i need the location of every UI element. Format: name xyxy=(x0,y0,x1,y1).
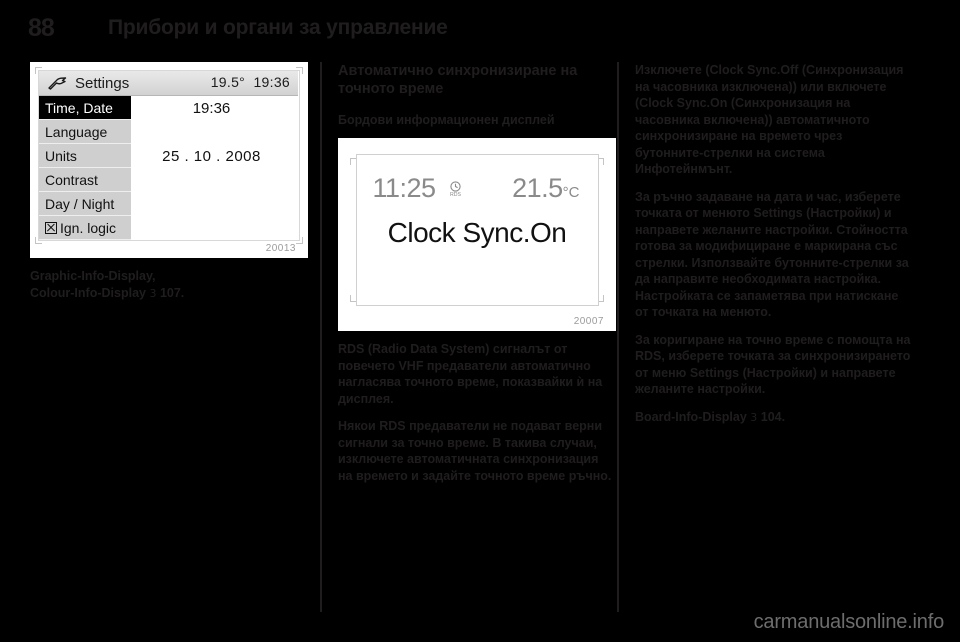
column-divider-right xyxy=(617,62,619,612)
caption-line-2: Colour-Info-Display xyxy=(30,285,146,300)
crossed-box-icon xyxy=(45,222,57,234)
clock-rds-icon: RDS xyxy=(449,181,462,198)
settings-menu: Time, Date Language Units Contrast Day /… xyxy=(39,96,131,240)
paragraph-rds-signal: RDS (Radio Data System) сигналът от пове… xyxy=(338,342,603,406)
paragraph-clock-sync-toggle: Изключете (Clock Sync.Off (Синхронизация… xyxy=(635,63,904,176)
column-divider-left xyxy=(320,62,322,612)
reference-page: 104. xyxy=(760,409,786,424)
menu-item-units[interactable]: Units xyxy=(39,144,131,168)
settings-status: 19.5° 19:36 xyxy=(211,74,290,90)
reference-arrow-icon: 3 xyxy=(149,286,157,300)
watermark: carmanualsonline.info xyxy=(753,611,945,633)
caption-ref-page: 107. xyxy=(159,285,185,300)
page-number: 88 xyxy=(28,14,55,42)
settings-display-frame: Settings 19.5° 19:36 Time, Date Language xyxy=(35,67,303,244)
menu-item-contrast[interactable]: Contrast xyxy=(39,168,131,192)
settings-titlebar: Settings 19.5° 19:36 xyxy=(39,71,298,96)
settings-display-figure: Settings 19.5° 19:36 Time, Date Language xyxy=(30,62,308,258)
outside-temperature: 19.5° xyxy=(210,74,246,90)
menu-item-label: Contrast xyxy=(45,172,98,188)
menu-item-label: Units xyxy=(45,148,77,164)
reference-label: Board-Info-Display xyxy=(635,409,747,424)
left-column: Settings 19.5° 19:36 Time, Date Language xyxy=(30,62,308,302)
temperature-value: 21.5 xyxy=(512,173,563,203)
caption-line-1: Graphic-Info-Display, xyxy=(30,269,156,283)
wrench-icon xyxy=(47,76,67,91)
svg-text:RDS: RDS xyxy=(450,192,461,198)
menu-item-label: Ign. logic xyxy=(60,220,117,236)
page-header: 88 Прибори и органи за управление xyxy=(0,0,960,50)
board-time: 11:25 xyxy=(372,173,437,203)
board-display-frame: 11:25 RDS 21.5°C Clock Sync.On xyxy=(346,154,608,306)
menu-item-time-date[interactable]: Time, Date xyxy=(39,96,131,120)
paragraph-manual-set: За ръчно задаване на дата и час, изберет… xyxy=(635,189,909,320)
middle-column: Автоматично синхронизиране на точното вр… xyxy=(338,62,616,495)
date-value[interactable]: 25 . 10 . 2008 xyxy=(131,148,292,165)
menu-item-ign-logic[interactable]: Ign. logic xyxy=(39,216,131,240)
chapter-title: Прибори и органи за управление xyxy=(108,16,448,39)
manual-page: 88 Прибори и органи за управление Settin… xyxy=(0,0,960,642)
reference-board-info-display: Board-Info-Display 3 104. xyxy=(635,409,913,427)
paragraph-rds-correction: За коригиране на точно време с помощта н… xyxy=(635,332,911,397)
time-value[interactable]: 19:36 xyxy=(131,100,292,117)
board-display-figure: 11:25 RDS 21.5°C Clock Sync.On 20007 xyxy=(338,138,616,331)
figure-id-settings: 20013 xyxy=(265,243,296,254)
menu-item-label: Day / Night xyxy=(45,196,115,212)
figure-id-board: 20007 xyxy=(573,316,604,327)
settings-title: Settings xyxy=(75,74,130,92)
menu-item-label: Language xyxy=(45,124,108,140)
clock-value: 19:36 xyxy=(253,74,290,90)
board-temperature: 21.5°C xyxy=(512,173,579,204)
board-info-screen: 11:25 RDS 21.5°C Clock Sync.On xyxy=(355,154,599,306)
menu-item-label: Time, Date xyxy=(45,100,113,116)
section-subheading: Бордови информационен дисплей xyxy=(338,113,555,127)
board-message: Clock Sync.On xyxy=(387,217,567,248)
settings-screen: Settings 19.5° 19:36 Time, Date Language xyxy=(39,71,298,240)
reference-arrow-icon: 3 xyxy=(750,410,758,424)
settings-content-pane: 19:36 25 . 10 . 2008 xyxy=(131,96,298,240)
figure-caption-left: Graphic-Info-Display, Colour-Info-Displa… xyxy=(30,268,308,302)
settings-body: Time, Date Language Units Contrast Day /… xyxy=(39,96,298,240)
section-heading: Автоматично синхронизиране на точното вр… xyxy=(338,63,578,97)
temperature-unit: °C xyxy=(562,184,580,201)
menu-item-day-night[interactable]: Day / Night xyxy=(39,192,131,216)
menu-item-language[interactable]: Language xyxy=(39,120,131,144)
paragraph-rds-exceptions: Някои RDS предаватели не подават верни с… xyxy=(338,419,612,483)
right-column: Изключете (Clock Sync.Off (Синхронизация… xyxy=(635,62,913,437)
